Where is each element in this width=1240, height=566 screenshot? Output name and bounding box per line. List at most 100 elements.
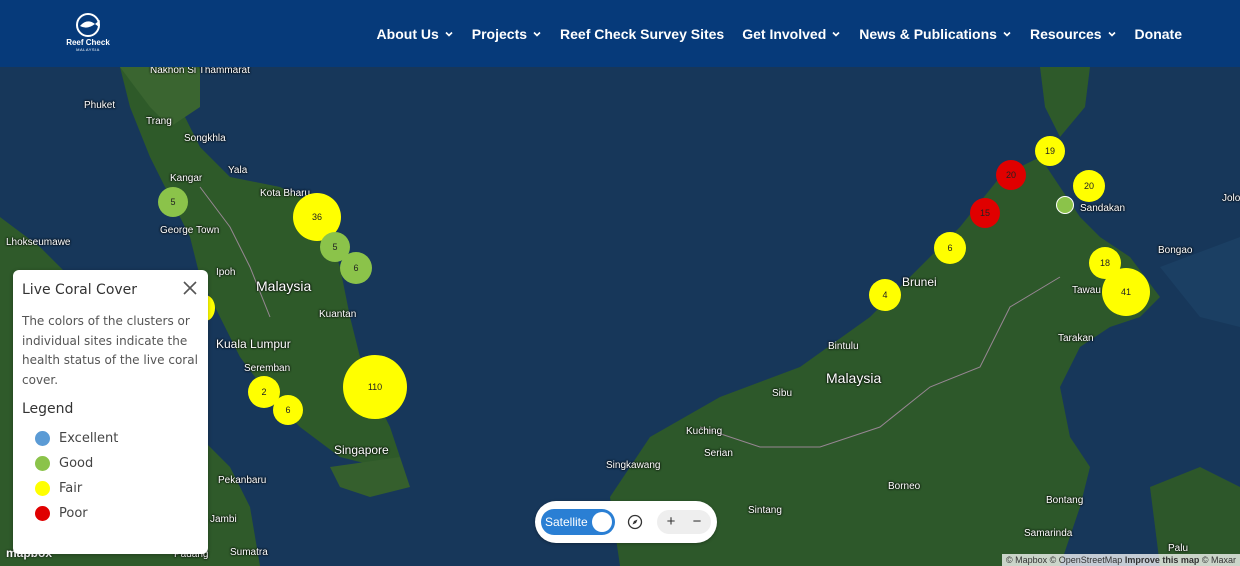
nav-news-publications[interactable]: News & Publications — [859, 26, 1012, 42]
place-label: Kuala Lumpur — [216, 337, 291, 351]
place-label: Kuching — [686, 426, 723, 437]
place-label: Brunei — [902, 275, 937, 289]
logo-subtext: MALAYSIA — [76, 47, 100, 52]
toggle-knob — [592, 512, 612, 532]
chevron-down-icon — [1003, 31, 1011, 37]
place-label: Samarinda — [1024, 528, 1073, 539]
legend-item-fair: Fair — [35, 476, 118, 501]
site-cluster[interactable]: 20 — [996, 160, 1026, 190]
zoom-out-button[interactable]: − — [687, 512, 707, 532]
map-controls: Satellite + − — [535, 501, 717, 543]
site-cluster[interactable]: 5 — [158, 187, 188, 217]
place-label: Serian — [704, 448, 733, 459]
main-nav: About Us Projects Reef Check Survey Site… — [377, 0, 1182, 67]
site-marker[interactable] — [1056, 196, 1074, 214]
legend-panel-title: Live Coral Cover — [22, 282, 138, 298]
place-label: Kangar — [170, 173, 203, 184]
nav-donate[interactable]: Donate — [1135, 26, 1182, 42]
fish-logo-icon — [76, 13, 100, 37]
logo-text: Reef Check — [66, 38, 110, 47]
nav-about-us[interactable]: About Us — [377, 26, 454, 42]
legend-label: Excellent — [59, 431, 119, 446]
nav-label: News & Publications — [859, 25, 997, 42]
site-header: Reef Check MALAYSIA About Us Projects Re… — [0, 0, 1240, 67]
place-label: Sandakan — [1080, 203, 1126, 214]
place-label: Seremban — [244, 363, 291, 374]
place-label: Borneo — [888, 481, 921, 492]
place-label: Jambi — [210, 514, 237, 525]
place-label: Singapore — [334, 443, 389, 457]
satellite-toggle-label: Satellite — [545, 515, 588, 529]
place-label: Yala — [228, 165, 248, 176]
improve-map-link[interactable]: Improve this map — [1125, 555, 1200, 565]
place-label: Bongao — [1158, 245, 1193, 256]
place-label: Singkawang — [606, 460, 661, 471]
compass-icon[interactable] — [627, 514, 643, 530]
place-label: Tawau — [1072, 285, 1101, 296]
place-label: Malaysia — [256, 278, 312, 294]
place-label: Bintulu — [828, 341, 859, 352]
zoom-in-button[interactable]: + — [661, 512, 681, 532]
place-label: Pekanbaru — [218, 475, 267, 486]
site-cluster[interactable]: 6 — [273, 395, 303, 425]
chevron-down-icon — [1107, 31, 1116, 37]
legend-swatch — [35, 456, 50, 471]
nav-projects[interactable]: Projects — [472, 26, 542, 42]
site-cluster[interactable]: 110 — [343, 355, 407, 419]
place-label: Ipoh — [216, 267, 236, 278]
place-label: Sumatra — [230, 547, 268, 558]
nav-label: Reef Check Survey Sites — [560, 25, 725, 42]
nav-label: Donate — [1134, 25, 1182, 42]
attribution-maxar-link[interactable]: © Maxar — [1202, 555, 1236, 565]
legend-swatch — [35, 481, 50, 496]
place-label: Tarakan — [1058, 333, 1094, 344]
place-label: Songkhla — [184, 133, 226, 144]
legend-label: Good — [59, 456, 94, 471]
legend-item-good: Good — [35, 451, 118, 476]
place-label: Kuantan — [319, 309, 357, 320]
map-attribution: © Mapbox © OpenStreetMap Improve this ma… — [1001, 554, 1240, 566]
site-cluster[interactable]: 15 — [970, 198, 1000, 228]
legend-swatch — [35, 431, 50, 446]
place-label: Sintang — [748, 505, 782, 516]
reef-check-logo[interactable]: Reef Check MALAYSIA — [62, 12, 114, 56]
attribution-osm-link[interactable]: © OpenStreetMap — [1050, 555, 1123, 565]
attribution-mapbox-link[interactable]: © Mapbox — [1006, 555, 1047, 565]
place-label: Bontang — [1046, 495, 1084, 506]
legend-heading: Legend — [22, 401, 74, 417]
legend-label: Poor — [59, 506, 88, 521]
satellite-toggle[interactable]: Satellite — [541, 509, 615, 535]
legend-label: Fair — [59, 481, 83, 496]
sulawesi-landmass — [1150, 467, 1240, 566]
close-icon[interactable] — [182, 280, 198, 296]
chevron-down-icon — [533, 31, 541, 37]
legend-item-excellent: Excellent — [35, 426, 118, 451]
site-cluster[interactable]: 19 — [1035, 136, 1065, 166]
legend-swatch — [35, 506, 50, 521]
nav-label: Projects — [471, 25, 528, 42]
zoom-controls: + − — [657, 510, 711, 534]
legend-item-poor: Poor — [35, 501, 118, 526]
legend-panel: Live Coral Cover The colors of the clust… — [13, 270, 208, 554]
nav-resources[interactable]: Resources — [1030, 26, 1117, 42]
site-cluster[interactable]: 20 — [1073, 170, 1105, 202]
site-cluster[interactable]: 6 — [340, 252, 372, 284]
site-cluster[interactable]: 41 — [1102, 268, 1150, 316]
legend-description: The colors of the clusters or individual… — [22, 314, 198, 387]
place-label: George Town — [160, 225, 220, 236]
nav-label: About Us — [376, 25, 439, 42]
nav-label: Get Involved — [742, 25, 827, 42]
place-label: Nakhon Si Thammarat — [150, 67, 250, 76]
place-label: Malaysia — [826, 370, 882, 386]
place-label: Lhokseumawe — [6, 237, 71, 248]
nav-get-involved[interactable]: Get Involved — [742, 26, 841, 42]
place-label: Trang — [146, 116, 172, 127]
site-cluster[interactable]: 4 — [869, 279, 901, 311]
nav-survey-sites[interactable]: Reef Check Survey Sites — [560, 26, 724, 42]
place-label: Palu — [1168, 543, 1189, 554]
chevron-down-icon — [445, 31, 453, 37]
place-label: Phuket — [84, 100, 116, 111]
place-label: Sibu — [772, 388, 793, 399]
chevron-down-icon — [832, 31, 840, 37]
site-cluster[interactable]: 6 — [934, 232, 966, 264]
